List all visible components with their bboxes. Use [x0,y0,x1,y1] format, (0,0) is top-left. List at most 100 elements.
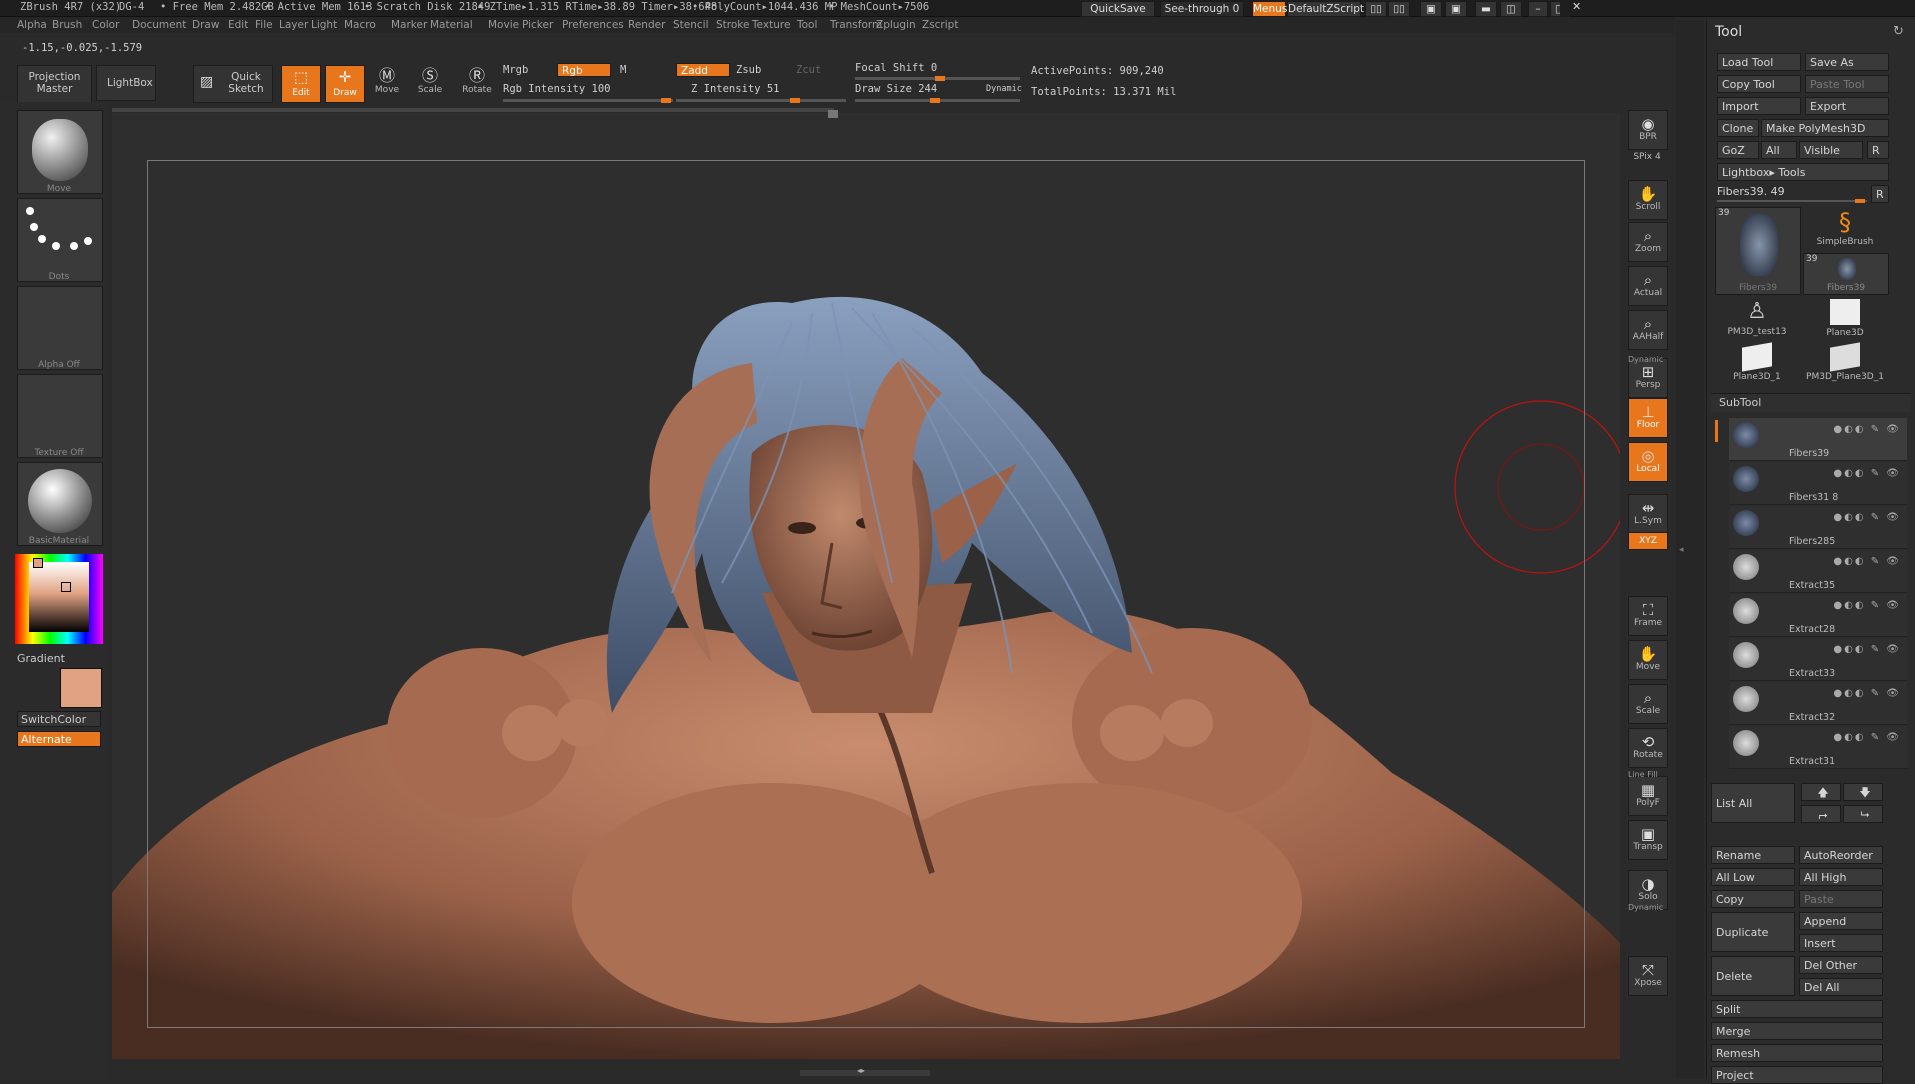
refresh-icon[interactable]: ↻ [1893,24,1904,39]
alpha-thumbnail[interactable] [17,286,103,370]
brush-thumbnail[interactable] [17,110,103,194]
menu-preferences[interactable]: Preferences [562,19,624,31]
all-high-button[interactable]: All High [1799,868,1883,886]
subtool-visibility-icon[interactable]: ●◐◐ ✎ 👁 [1833,644,1901,655]
main-color-swatch[interactable] [60,668,102,708]
menu-alpha[interactable]: Alpha [17,19,47,31]
append-button[interactable]: Append [1799,912,1883,930]
copy-tool-button[interactable]: Copy Tool [1717,75,1801,93]
del-other-button[interactable]: Del Other [1799,956,1883,974]
tool-thumb-plane3d[interactable]: Plane3D [1803,297,1887,345]
current-tool-thumb[interactable] [1855,199,1865,203]
dynamic-button[interactable]: Dynamic [986,84,1022,94]
lightbox-button[interactable]: LightBox [96,65,156,101]
move-down-button[interactable]: 🡇 [1843,783,1883,801]
del-all-button[interactable]: Del All [1799,978,1883,996]
move-mode-button[interactable]: Ⓜ Move [369,67,405,96]
menu-layer[interactable]: Layer [279,19,308,31]
menu-light[interactable]: Light [311,19,337,31]
menu-material[interactable]: Material [430,19,473,31]
tray-divider[interactable]: ◂ [1676,20,1704,1079]
edit-mode-button[interactable]: ⬚ Edit [281,65,321,103]
z-intensity-slider[interactable] [676,98,846,103]
bottom-tray-toggle[interactable]: ◂▸ [800,1066,930,1076]
actual-button[interactable]: ⌕ Actual [1628,266,1668,306]
list-all-button[interactable]: List All [1711,783,1795,823]
zadd-button[interactable]: Zadd [676,63,730,77]
mrgb-button[interactable]: Mrgb [503,64,528,76]
subtool-scroll-indicator[interactable] [1715,420,1718,442]
move-to-bottom-button[interactable]: ⮡ [1843,805,1883,823]
horizontal-scrollbar[interactable] [112,108,834,112]
bpr-button[interactable]: ◉ BPR [1628,110,1668,150]
l-sym-button[interactable]: ⇹ L.Sym [1628,494,1668,534]
current-tool-slider[interactable]: Fibers39. 49 [1717,185,1867,203]
tool-thumb-pm3d-plane3d-1[interactable]: PM3D_Plane3D_1 [1803,342,1887,391]
focal-shift-thumb[interactable] [935,76,945,81]
import-button[interactable]: Import [1717,97,1801,115]
window-2-icon[interactable]: ▣ [1445,1,1467,17]
tool-thumb-plane3d-1[interactable]: Plane3D_1 [1715,342,1799,391]
menu-zplugin[interactable]: Zplugin [876,19,916,31]
subtool-visibility-icon[interactable]: ●◐◐ ✎ 👁 [1833,600,1901,611]
menu-brush[interactable]: Brush [52,19,82,31]
draw-size-slider[interactable] [855,98,1020,103]
hue-cursor[interactable] [33,558,43,568]
alternate-button[interactable]: Alternate [17,731,101,747]
draw-mode-button[interactable]: ✛ Draw [325,65,365,103]
focal-shift-slider[interactable] [855,76,1020,81]
floor-button[interactable]: ⊥ Floor [1628,398,1668,438]
close-icon[interactable]: ✕ [1572,0,1581,13]
subtool-row[interactable]: Extract32 ●◐◐ ✎ 👁 [1729,682,1907,725]
subtool-row[interactable]: Fibers31 8 ●◐◐ ✎ 👁 [1729,462,1907,505]
copy-subtool-button[interactable]: Copy [1711,890,1795,908]
quicksave-button[interactable]: QuickSave [1081,1,1155,17]
scale-mode-button[interactable]: Ⓢ Scale [412,67,448,96]
rename-button[interactable]: Rename [1711,846,1795,864]
menu-draw[interactable]: Draw [192,19,219,31]
goz-all-button[interactable]: All [1761,141,1797,159]
all-low-button[interactable]: All Low [1711,868,1795,886]
xpose-button[interactable]: ⤧ Xpose [1628,956,1668,996]
tool-r-button[interactable]: R [1871,185,1889,203]
canvas-viewport[interactable] [112,113,1620,1059]
switchcolor-button[interactable]: SwitchColor [17,711,101,727]
scale-button[interactable]: ⌕ Scale [1628,684,1668,724]
scroll-handle[interactable] [828,110,838,118]
tool-thumb-pm3d-test13[interactable]: ♙ PM3D_test13 [1715,297,1799,345]
default-zscript-button[interactable]: DefaultZScript [1287,1,1364,17]
subtool-visibility-icon[interactable]: ●◐◐ ✎ 👁 [1833,468,1901,479]
lock-icon[interactable]: ▬ [1475,1,1497,17]
merge-button[interactable]: Merge [1711,1022,1883,1040]
transp-button[interactable]: ▣ Transp [1628,820,1668,860]
delete-button[interactable]: Delete [1711,956,1795,996]
lightbox-tools-button[interactable]: Lightbox▸ Tools [1717,163,1889,181]
subtool-row[interactable]: Fibers39 ●◐◐ ✎ 👁 [1729,418,1907,461]
menu-stroke[interactable]: Stroke [716,19,749,31]
rotate-button[interactable]: ⟲ Rotate [1628,728,1668,768]
menu-picker[interactable]: Picker [522,19,553,31]
polyf-button[interactable]: ▦ PolyF [1628,776,1668,816]
load-tool-button[interactable]: Load Tool [1717,53,1801,71]
material-thumbnail[interactable] [17,462,103,546]
aahalf-button[interactable]: ⌕ AAHalf [1628,310,1668,350]
layout-icon[interactable]: ▯▯ [1365,1,1387,17]
subtool-row[interactable]: Extract31 ●◐◐ ✎ 👁 [1729,726,1907,769]
goz-button[interactable]: GoZ [1717,141,1759,159]
m-button[interactable]: M [620,64,626,76]
texture-thumbnail[interactable] [17,374,103,458]
layout-2-icon[interactable]: ▯▯ [1388,1,1410,17]
subtool-visibility-icon[interactable]: ●◐◐ ✎ 👁 [1833,556,1901,567]
zsub-button[interactable]: Zsub [736,64,761,76]
menu-render[interactable]: Render [628,19,665,31]
spix-4-button[interactable]: SPix 4 [1628,152,1666,170]
rgb-intensity-slider[interactable] [503,98,673,103]
paste-subtool-button[interactable]: Paste [1799,890,1883,908]
color-picker-cursor[interactable] [61,582,71,592]
quick-sketch-button[interactable]: ▨ Quick Sketch [193,65,273,103]
save-as-button[interactable]: Save As [1805,53,1889,71]
menu-edit[interactable]: Edit [228,19,248,31]
make-polymesh-button[interactable]: Make PolyMesh3D [1761,119,1889,137]
insert-button[interactable]: Insert [1799,934,1883,952]
move-button[interactable]: ✋ Move [1628,640,1668,680]
